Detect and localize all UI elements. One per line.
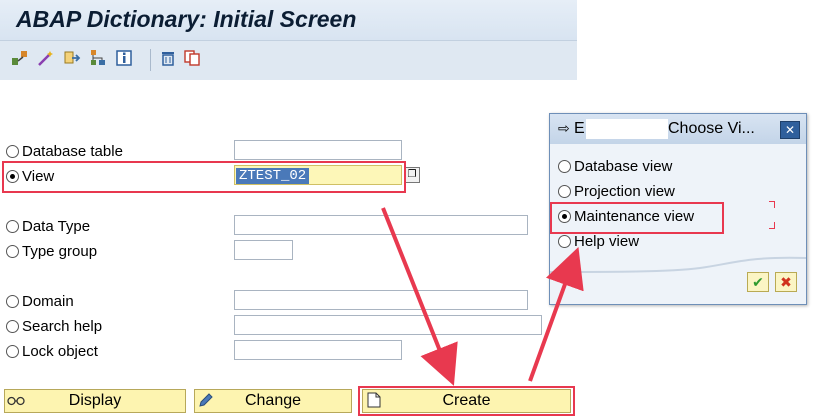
dialog-title-bar: ⇨ E Choose Vi... ✕: [550, 114, 806, 144]
radio-database-view[interactable]: Database view: [558, 156, 672, 176]
page-title: ABAP Dictionary: Initial Screen: [16, 6, 357, 32]
copy-icon[interactable]: [182, 49, 202, 69]
radio-search-help[interactable]: Search help: [6, 316, 102, 336]
radio-domain[interactable]: Domain: [6, 291, 74, 311]
dialog-title: Choose Vi...: [668, 120, 755, 137]
option-label: Data Type: [22, 217, 91, 235]
sap-main-window: ABAP Dictionary: Initial Screen Database…: [0, 0, 577, 417]
radio-circle[interactable]: [558, 184, 571, 198]
cancel-x-icon: ✖: [780, 274, 792, 290]
radio-circle[interactable]: [6, 244, 19, 258]
radio-circle[interactable]: [6, 319, 19, 333]
dialog-window-icon: ⇨: [558, 120, 570, 136]
close-icon[interactable]: ✕: [780, 121, 800, 139]
view-row-highlight: [2, 161, 406, 193]
copy-object-icon[interactable]: [62, 49, 82, 69]
option-label: Search help: [22, 317, 103, 335]
option-label: Help view: [574, 232, 640, 250]
glasses-icon: [5, 393, 27, 409]
radio-circle[interactable]: [6, 219, 19, 233]
radio-database-table[interactable]: Database table: [6, 141, 123, 161]
lock-object-field[interactable]: [234, 340, 402, 360]
checkmark-icon: ✔: [752, 274, 764, 290]
type-group-input[interactable]: [235, 242, 292, 260]
delete-icon[interactable]: [158, 49, 178, 69]
database-table-input[interactable]: [235, 142, 401, 160]
maintenance-view-highlight: [550, 202, 724, 234]
dialog-title-prefix: E: [574, 120, 585, 137]
option-label: Database table: [22, 142, 123, 160]
application-toolbar: [0, 41, 577, 80]
radio-circle[interactable]: [558, 234, 571, 248]
lock-object-input[interactable]: [235, 342, 401, 360]
option-label: Lock object: [22, 342, 98, 360]
radio-circle[interactable]: [6, 144, 19, 158]
other-object-icon[interactable]: [10, 49, 30, 69]
magic-wand-icon[interactable]: [36, 49, 56, 69]
redacted-area: [586, 119, 668, 139]
database-table-field[interactable]: [234, 140, 402, 160]
search-help-input[interactable]: [235, 317, 541, 335]
change-button[interactable]: Change: [194, 389, 352, 413]
title-bar: ABAP Dictionary: Initial Screen: [0, 0, 577, 41]
domain-input[interactable]: [235, 292, 527, 310]
pencil-icon: [195, 392, 217, 411]
radio-data-type[interactable]: Data Type: [6, 216, 90, 236]
option-label: Projection view: [574, 182, 675, 200]
radio-circle[interactable]: [6, 294, 19, 308]
cancel-button[interactable]: ✖: [775, 272, 797, 292]
change-button-label: Change: [244, 392, 302, 409]
where-used-icon[interactable]: [88, 49, 108, 69]
data-type-input[interactable]: [235, 217, 527, 235]
focus-bracket: [769, 222, 775, 229]
option-label: Domain: [22, 292, 74, 310]
display-button-label: Display: [68, 392, 122, 409]
data-type-field[interactable]: [234, 215, 528, 235]
confirm-button[interactable]: ✔: [747, 272, 769, 292]
radio-projection-view[interactable]: Projection view: [558, 181, 675, 201]
radio-circle[interactable]: [558, 159, 571, 173]
display-button[interactable]: Display: [4, 389, 186, 413]
value-help-icon[interactable]: ❐: [404, 167, 420, 183]
search-help-field[interactable]: [234, 315, 542, 335]
option-label: Database view: [574, 157, 673, 175]
radio-circle[interactable]: [6, 344, 19, 358]
option-label: Type group: [22, 242, 98, 260]
info-icon[interactable]: [114, 49, 134, 69]
type-group-field[interactable]: [234, 240, 293, 260]
domain-field[interactable]: [234, 290, 528, 310]
radio-help-view[interactable]: Help view: [558, 231, 639, 251]
radio-lock-object[interactable]: Lock object: [6, 341, 98, 361]
create-button-highlight: [358, 386, 575, 416]
focus-bracket: [769, 201, 775, 208]
radio-type-group[interactable]: Type group: [6, 241, 97, 261]
toolbar-separator: [150, 49, 151, 71]
